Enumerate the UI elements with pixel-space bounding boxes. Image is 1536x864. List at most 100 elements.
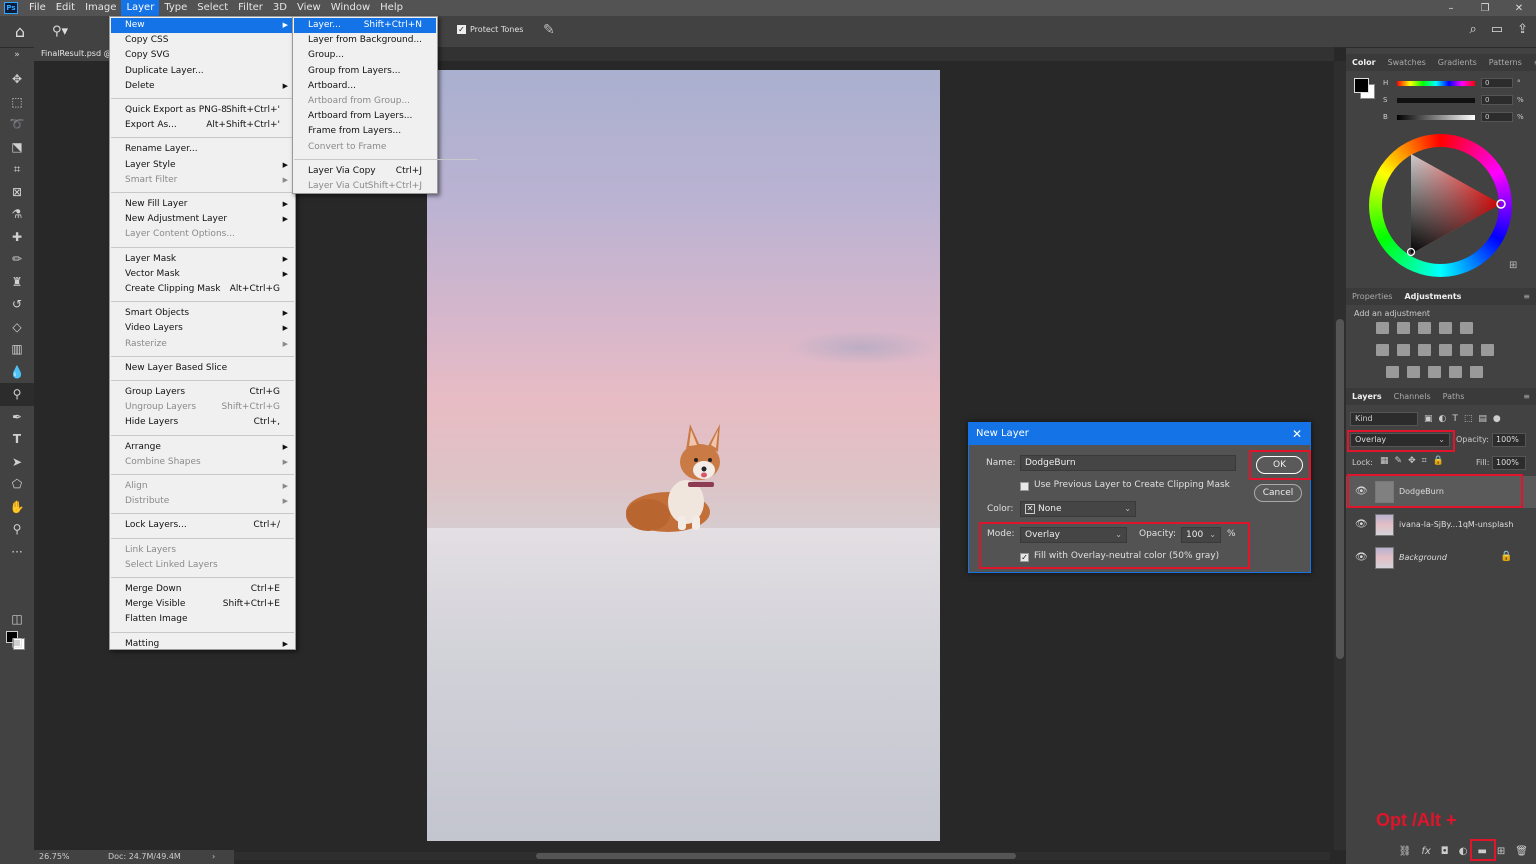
frame-tool-icon[interactable]: ⊠ (0, 181, 34, 204)
selective-color-icon[interactable] (1449, 366, 1462, 378)
menu-item-align[interactable]: Align ▶ (111, 479, 294, 494)
stamp-tool-icon[interactable]: ♜ (0, 271, 34, 294)
photo-filter-icon[interactable] (1439, 344, 1452, 356)
menu-image[interactable]: Image (80, 0, 121, 16)
menu-item-hide-layers[interactable]: Hide Layers Ctrl+, (111, 415, 294, 430)
menu-item-layer-via-copy[interactable]: Layer Via Copy Ctrl+J (294, 164, 436, 179)
curves-icon[interactable] (1418, 322, 1431, 334)
history-brush-icon[interactable]: ↺ (0, 293, 34, 316)
layer-name[interactable]: ivana-la-SjBy...1qM-unsplash (1399, 520, 1513, 529)
burn-tool-icon[interactable]: ⚲ (0, 383, 34, 406)
pen-tool-icon[interactable]: ✒ (0, 406, 34, 429)
threshold-icon[interactable] (1428, 366, 1441, 378)
menu-item-layer-from-background[interactable]: Layer from Background... (294, 33, 436, 48)
layer-row-background[interactable]: 👁 Background 🔒 (1346, 542, 1536, 574)
color-wheel[interactable] (1369, 134, 1512, 277)
hue-slider[interactable]: H 0 ° (1383, 78, 1523, 89)
menu-help[interactable]: Help (375, 0, 408, 16)
minimize-icon[interactable]: – (1434, 3, 1468, 14)
menu-item-group[interactable]: Group... (294, 48, 436, 63)
menu-item-new-adjustment-layer[interactable]: New Adjustment Layer ▶ (111, 212, 294, 227)
menu-item-select-linked-layers[interactable]: Select Linked Layers (111, 558, 294, 573)
brightness-slider[interactable]: B 0 % (1383, 112, 1524, 123)
menu-item-distribute[interactable]: Distribute ▶ (111, 494, 294, 509)
protect-tones-checkbox[interactable]: ✓ (457, 25, 466, 34)
menu-item-delete[interactable]: Delete ▶ (111, 79, 294, 94)
menu-item-arrange[interactable]: Arrange ▶ (111, 440, 294, 455)
black-white-icon[interactable] (1418, 344, 1431, 356)
menu-item-create-clipping-mask[interactable]: Create Clipping Mask Alt+Ctrl+G (111, 282, 294, 297)
layer-row-photo[interactable]: 👁 ivana-la-SjBy...1qM-unsplash (1346, 509, 1536, 541)
tab-paths[interactable]: Paths (1437, 392, 1471, 401)
filter-pixel-icon[interactable]: ▣ (1424, 414, 1433, 424)
color-picker-expand-icon[interactable]: ⊞ (1509, 260, 1517, 271)
menu-item-copy-svg[interactable]: Copy SVG (111, 48, 294, 63)
menu-view[interactable]: View (292, 0, 326, 16)
menu-item-export-as[interactable]: Export As... Alt+Shift+Ctrl+' (111, 118, 294, 133)
menu-item-merge-visible[interactable]: Merge Visible Shift+Ctrl+E (111, 597, 294, 612)
panel-collapse-icon[interactable]: » (0, 48, 34, 68)
healing-tool-icon[interactable]: ✚ (0, 226, 34, 249)
horizontal-scrollbar[interactable] (220, 852, 1330, 860)
tab-gradients[interactable]: Gradients (1432, 58, 1483, 67)
vertical-scroll-thumb[interactable] (1336, 319, 1344, 659)
menu-item-layer-mask[interactable]: Layer Mask ▶ (111, 252, 294, 267)
menu-item-artboard-from-layers[interactable]: Artboard from Layers... (294, 109, 436, 124)
visibility-eye-icon[interactable]: 👁 (1355, 552, 1368, 563)
gradient-tool-icon[interactable]: ▥ (0, 338, 34, 361)
menu-item-matting[interactable]: Matting ▶ (111, 637, 294, 652)
color-lookup-icon[interactable] (1481, 344, 1494, 356)
path-select-tool-icon[interactable]: ➤ (0, 451, 34, 474)
zoom-level[interactable]: 26.75% (39, 850, 70, 864)
menu-item-combine-shapes[interactable]: Combine Shapes ▶ (111, 455, 294, 470)
posterize-icon[interactable] (1407, 366, 1420, 378)
menu-window[interactable]: Window (326, 0, 375, 16)
channel-mixer-icon[interactable] (1460, 344, 1473, 356)
link-layers-icon[interactable]: ⛓ (1399, 846, 1412, 857)
menu-item-copy-css[interactable]: Copy CSS (111, 33, 294, 48)
levels-icon[interactable] (1397, 322, 1410, 334)
menu-item-layer[interactable]: Layer... Shift+Ctrl+N (294, 18, 436, 33)
menu-item-vector-mask[interactable]: Vector Mask ▶ (111, 267, 294, 282)
menu-item-lock-layers[interactable]: Lock Layers... Ctrl+/ (111, 518, 294, 533)
menu-item-merge-down[interactable]: Merge Down Ctrl+E (111, 582, 294, 597)
saturation-value[interactable]: 0 (1481, 95, 1513, 105)
tab-patterns[interactable]: Patterns (1483, 58, 1528, 67)
lock-pixels-icon[interactable]: ✎ (1395, 456, 1403, 466)
menu-3d[interactable]: 3D (268, 0, 292, 16)
home-icon[interactable]: ⌂ (0, 22, 40, 41)
adjustments-panel-menu-icon[interactable]: ≡ (1517, 292, 1536, 301)
tab-swatches[interactable]: Swatches (1382, 58, 1432, 67)
canvas-photo[interactable] (427, 70, 940, 841)
fill-field[interactable]: 100% (1492, 456, 1526, 470)
menu-item-smart-objects[interactable]: Smart Objects ▶ (111, 306, 294, 321)
tab-channels[interactable]: Channels (1388, 392, 1437, 401)
menu-item-layer-style[interactable]: Layer Style ▶ (111, 158, 294, 173)
gradient-map-icon[interactable] (1470, 366, 1483, 378)
hue-saturation-icon[interactable] (1376, 344, 1389, 356)
shape-tool-icon[interactable]: ⬠ (0, 473, 34, 496)
visibility-eye-icon[interactable]: 👁 (1355, 519, 1368, 530)
menu-type[interactable]: Type (159, 0, 192, 16)
cancel-button[interactable]: Cancel (1254, 484, 1302, 502)
crop-tool-icon[interactable]: ⌗ (0, 158, 34, 181)
layers-panel-menu-icon[interactable]: ≡ (1517, 392, 1536, 401)
color-balance-icon[interactable] (1397, 344, 1410, 356)
hue-value[interactable]: 0 (1481, 78, 1513, 88)
brush-tool-icon[interactable]: ✏ (0, 248, 34, 271)
filter-shape-icon[interactable]: ⬚ (1464, 414, 1473, 424)
blur-tool-icon[interactable]: 💧 (0, 361, 34, 384)
filter-adjustment-icon[interactable]: ◐ (1439, 414, 1447, 424)
eyedropper-tool-icon[interactable]: ⚗ (0, 203, 34, 226)
menu-item-ungroup-layers[interactable]: Ungroup Layers Shift+Ctrl+G (111, 400, 294, 415)
brush-settings-icon[interactable]: ✎ (543, 22, 555, 38)
brightness-bar[interactable] (1397, 115, 1475, 120)
panel-menu-icon[interactable]: ≡ (1528, 58, 1536, 67)
menu-item-smart-filter[interactable]: Smart Filter ▶ (111, 173, 294, 188)
menu-item-rename-layer[interactable]: Rename Layer... (111, 142, 294, 157)
menu-edit[interactable]: Edit (51, 0, 80, 16)
exposure-icon[interactable] (1439, 322, 1452, 334)
layer-kind-filter[interactable]: Kind (1350, 412, 1418, 426)
menu-item-new[interactable]: New ▶ (111, 18, 294, 33)
invert-icon[interactable] (1386, 366, 1399, 378)
